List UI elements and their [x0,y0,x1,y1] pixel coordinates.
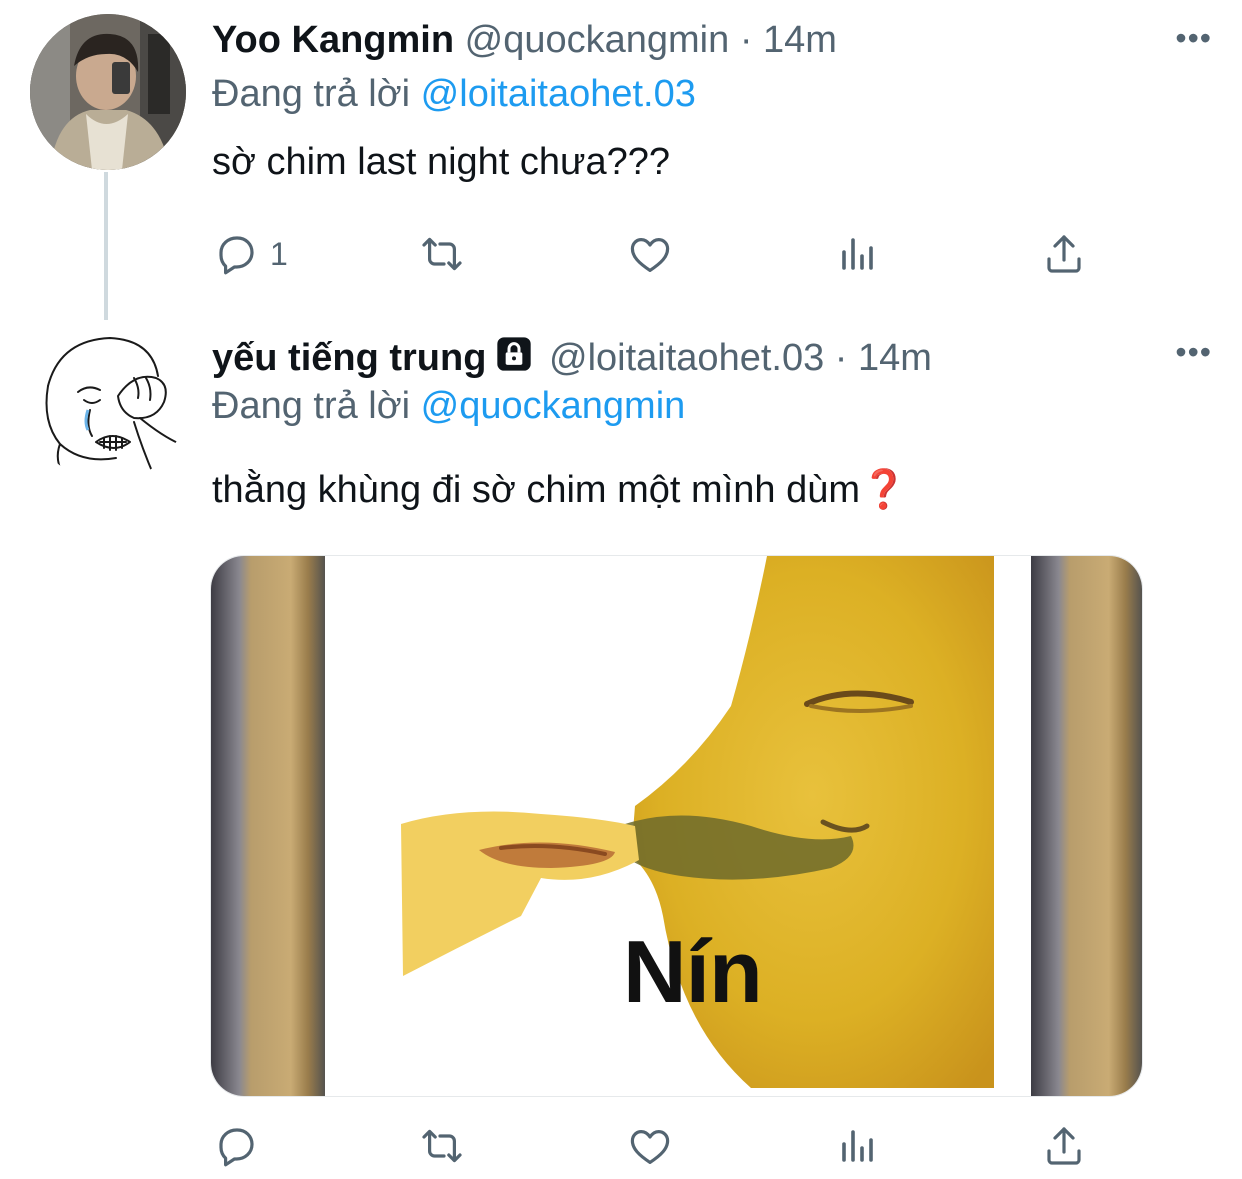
tweet-header: Yoo Kangmin @quockangmin · 14m [212,14,837,66]
media-caption: Nín [623,922,763,1021]
avatar-drawing [45,337,181,477]
share-button[interactable] [1040,1118,1088,1174]
timestamp[interactable]: 14m [858,337,932,379]
question-emoji: ❓ [860,469,908,511]
retweet-button[interactable] [418,1118,466,1174]
retweet-icon [422,237,462,271]
tweet-text: thằng khùng đi sờ chim một mình dùm❓ [212,464,907,516]
like-button[interactable] [626,226,674,282]
stats-icon [842,238,873,270]
replying-to-label: Đang trả lời [212,385,411,427]
author-name[interactable]: Yoo Kangmin [212,19,454,61]
share-icon [1047,1127,1081,1165]
tweet-text: sờ chim last night chưa??? [212,141,671,183]
replying-to: Đang trả lời @quockangmin [212,380,685,432]
share-icon [1047,235,1081,273]
like-icon [630,238,670,272]
reply-icon [219,1128,254,1167]
reply-mention-link[interactable]: @loitaitaohet.03 [421,73,696,115]
stats-button[interactable] [834,226,882,282]
separator-dot: · [834,337,848,379]
stats-icon [842,1130,873,1162]
tweet-actions [212,1118,1112,1174]
stats-button[interactable] [834,1118,882,1174]
reply-count: 1 [270,235,288,272]
avatar-photo [30,14,186,170]
tweet-media-image[interactable]: Nín [210,555,1143,1097]
like-icon [630,1130,670,1164]
avatar[interactable] [30,326,186,482]
separator-dot: · [739,19,753,61]
avatar[interactable] [30,14,186,170]
reply-button[interactable] [212,1118,270,1174]
author-handle[interactable]: @loitaitaohet.03 [549,337,824,379]
retweet-button[interactable] [418,226,466,282]
replying-to-label: Đang trả lời [212,73,411,115]
replying-to: Đang trả lời @loitaitaohet.03 [212,68,696,120]
reply-mention-link[interactable]: @quockangmin [421,385,686,427]
timestamp[interactable]: 14m [763,19,837,61]
author-handle[interactable]: @quockangmin [465,19,730,61]
reply-icon [219,236,254,275]
thread-line [104,172,108,320]
tweet-actions: 1 [212,226,1112,282]
like-button[interactable] [626,1118,674,1174]
more-icon[interactable]: ••• [1175,334,1212,371]
more-icon[interactable]: ••• [1175,20,1212,57]
share-button[interactable] [1040,226,1088,282]
reply-button[interactable]: 1 [212,226,288,282]
retweet-icon [422,1129,462,1163]
author-name[interactable]: yếu tiếng trung [212,337,486,379]
tweet[interactable]: Yoo Kangmin @quockangmin · 14m ••• Đang … [0,0,1242,320]
tweet-text-content: thằng khùng đi sờ chim một mình dùm [212,469,861,511]
tweet[interactable]: yếu tiếng trung @loitaitaohet.03 · 14m •… [0,300,1242,1179]
